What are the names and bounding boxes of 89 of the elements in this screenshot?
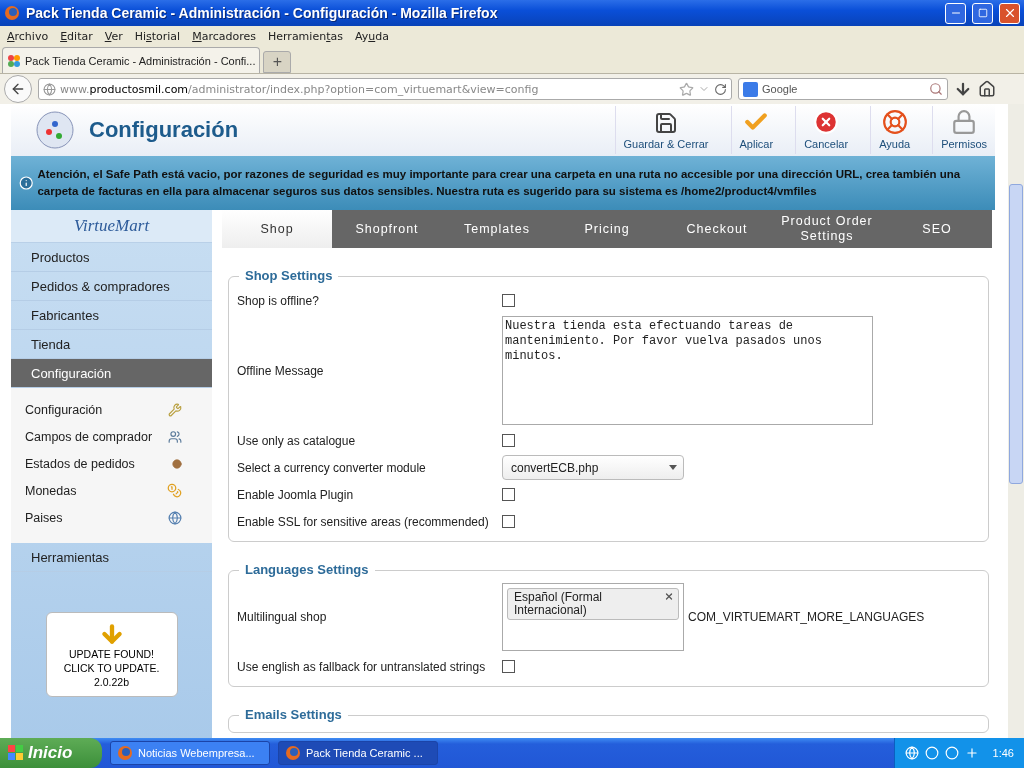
checkbox[interactable] bbox=[502, 434, 515, 447]
toolbar-button[interactable]: Guardar & Cerrar bbox=[614, 106, 717, 154]
joomla-icon bbox=[7, 53, 21, 68]
sidebar-item[interactable]: Pedidos & compradores bbox=[11, 272, 212, 301]
languages-note: COM_VIRTUEMART_MORE_LANGUAGES bbox=[688, 610, 925, 624]
notice-text: Atención, el Safe Path está vacio, por razones de seguridad es muy importante para crear una carpeta en una ruta no accesible por una dirección URL, crea también una carpeta de facturas en ella para almacenar seguros sus datos sensibles. Nuestra ruta es sugerido para su sistema es /home2/product4/vmfiles bbox=[37, 167, 962, 199]
checkbox[interactable] bbox=[502, 515, 515, 528]
menu-item[interactable]: Herramientas bbox=[263, 29, 348, 43]
toolbar-button[interactable]: Ayuda bbox=[870, 106, 919, 154]
field-label: Multilingual shop bbox=[237, 610, 328, 624]
field-label: Use english as fallback for untranslated strings bbox=[237, 659, 487, 674]
new-tab-button[interactable]: + bbox=[263, 51, 292, 73]
cancel-icon bbox=[813, 109, 840, 135]
checkbox[interactable] bbox=[502, 294, 515, 307]
tab[interactable]: Product Order Settings bbox=[772, 210, 882, 248]
menu-item[interactable]: Ayuda bbox=[349, 29, 394, 43]
taskbar-button[interactable]: Pack Tienda Ceramic ... bbox=[278, 741, 438, 765]
tab[interactable]: SEO bbox=[882, 210, 992, 248]
dot-icon bbox=[172, 458, 182, 469]
field-label: Enable Joomla Plugin bbox=[237, 487, 355, 502]
google-icon bbox=[743, 81, 758, 97]
menu-item[interactable]: Marcadores bbox=[187, 29, 261, 43]
home-icon[interactable] bbox=[978, 80, 996, 98]
globe-icon bbox=[168, 510, 182, 525]
tab[interactable]: Checkout bbox=[662, 210, 772, 248]
close-button[interactable] bbox=[999, 2, 1020, 24]
remove-icon[interactable] bbox=[663, 591, 674, 602]
currency-select[interactable]: convertECB.php bbox=[502, 455, 684, 480]
back-button[interactable] bbox=[4, 75, 32, 103]
restore-icon bbox=[977, 8, 988, 18]
sidebar-item[interactable]: Configuración bbox=[11, 359, 212, 388]
coins-icon bbox=[167, 483, 182, 498]
section-title: Emails Settings bbox=[239, 707, 348, 722]
section-title: Shop Settings bbox=[239, 268, 339, 283]
bookmark-star-icon[interactable] bbox=[679, 81, 694, 97]
tab[interactable]: Shop bbox=[222, 210, 332, 248]
address-field[interactable]: www.productosmil.com/administrator/index.php?option=com_virtuemart&view=config bbox=[38, 78, 732, 100]
toolbar-button[interactable]: Cancelar bbox=[795, 106, 857, 154]
clock: 1:46 bbox=[992, 747, 1014, 759]
update-button[interactable]: UPDATE FOUND! CLICK TO UPDATE. 2.0.22b bbox=[45, 612, 178, 697]
submenu-item[interactable]: Configuración bbox=[11, 396, 212, 423]
tab[interactable]: Pricing bbox=[552, 210, 662, 248]
url-text: www.productosmil.com/administrator/index.php?option=com_virtuemart&view=config bbox=[60, 82, 540, 96]
language-chip[interactable]: Español (Formal Internacional) bbox=[507, 588, 679, 620]
logo-icon bbox=[35, 110, 75, 150]
field-label: Select a currency converter module bbox=[237, 460, 427, 475]
scrollbar[interactable] bbox=[1008, 104, 1024, 738]
field-label: Use only as catalogue bbox=[237, 433, 357, 448]
lifebuoy-icon bbox=[881, 109, 908, 135]
browser-tab[interactable]: Pack Tienda Ceramic - Administración - Confi... bbox=[2, 47, 261, 73]
toolbar-button[interactable]: Permisos bbox=[932, 106, 995, 154]
reload-icon[interactable] bbox=[714, 82, 727, 96]
menu-item[interactable]: Historial bbox=[129, 29, 186, 43]
checkbox[interactable] bbox=[502, 488, 515, 501]
tab[interactable]: Shopfront bbox=[332, 210, 442, 248]
window-title: Pack Tienda Ceramic - Administración - Configuración - Mozilla Firefox bbox=[26, 5, 499, 21]
offline-message-field[interactable]: Nuestra tienda esta efectuando tareas de mantenimiento. Por favor vuelva pasados unos minutos. bbox=[502, 316, 873, 425]
users-icon bbox=[168, 429, 182, 444]
restore-button[interactable] bbox=[972, 2, 993, 24]
page-title: Configuración bbox=[89, 117, 240, 143]
caret-icon bbox=[669, 465, 677, 470]
wrench-icon bbox=[168, 402, 182, 417]
sidebar-item[interactable]: Fabricantes bbox=[11, 301, 212, 330]
toolbar-button[interactable]: Aplicar bbox=[730, 106, 782, 154]
padlock-icon bbox=[951, 109, 978, 135]
submenu-item[interactable]: Campos de comprador bbox=[11, 423, 212, 450]
sidebar-item[interactable]: Productos bbox=[11, 243, 212, 272]
field-label: Offline Message bbox=[237, 363, 325, 378]
virtuemart-logo: VirtueMart bbox=[11, 210, 212, 243]
field-label: Enable SSL for sensitive areas (recommended) bbox=[237, 514, 490, 529]
search-icon[interactable] bbox=[929, 82, 943, 96]
menu-item[interactable]: Archivo bbox=[2, 29, 54, 43]
menu-item[interactable]: Ver bbox=[99, 29, 128, 43]
section-title: Languages Settings bbox=[239, 562, 375, 577]
submenu-item[interactable]: Paises bbox=[11, 504, 212, 531]
checkbox[interactable] bbox=[502, 660, 515, 673]
sidebar-item[interactable]: Herramientas bbox=[11, 543, 212, 572]
submenu-item[interactable]: Monedas bbox=[11, 477, 212, 504]
minimize-button[interactable] bbox=[945, 2, 966, 24]
search-field[interactable]: Google bbox=[738, 78, 948, 100]
tab[interactable]: Templates bbox=[442, 210, 552, 248]
submenu-item[interactable]: Estados de pedidos bbox=[11, 450, 212, 477]
taskbar-button[interactable]: Noticias Webempresa... bbox=[110, 741, 270, 765]
menu-item[interactable]: Editar bbox=[55, 29, 98, 43]
language-multiselect[interactable]: Español (Formal Internacional) bbox=[502, 583, 684, 651]
windows-flag-icon bbox=[8, 745, 24, 761]
globe-icon bbox=[43, 82, 56, 96]
field-label: Shop is offline? bbox=[237, 293, 320, 308]
download-icon[interactable] bbox=[954, 80, 972, 98]
